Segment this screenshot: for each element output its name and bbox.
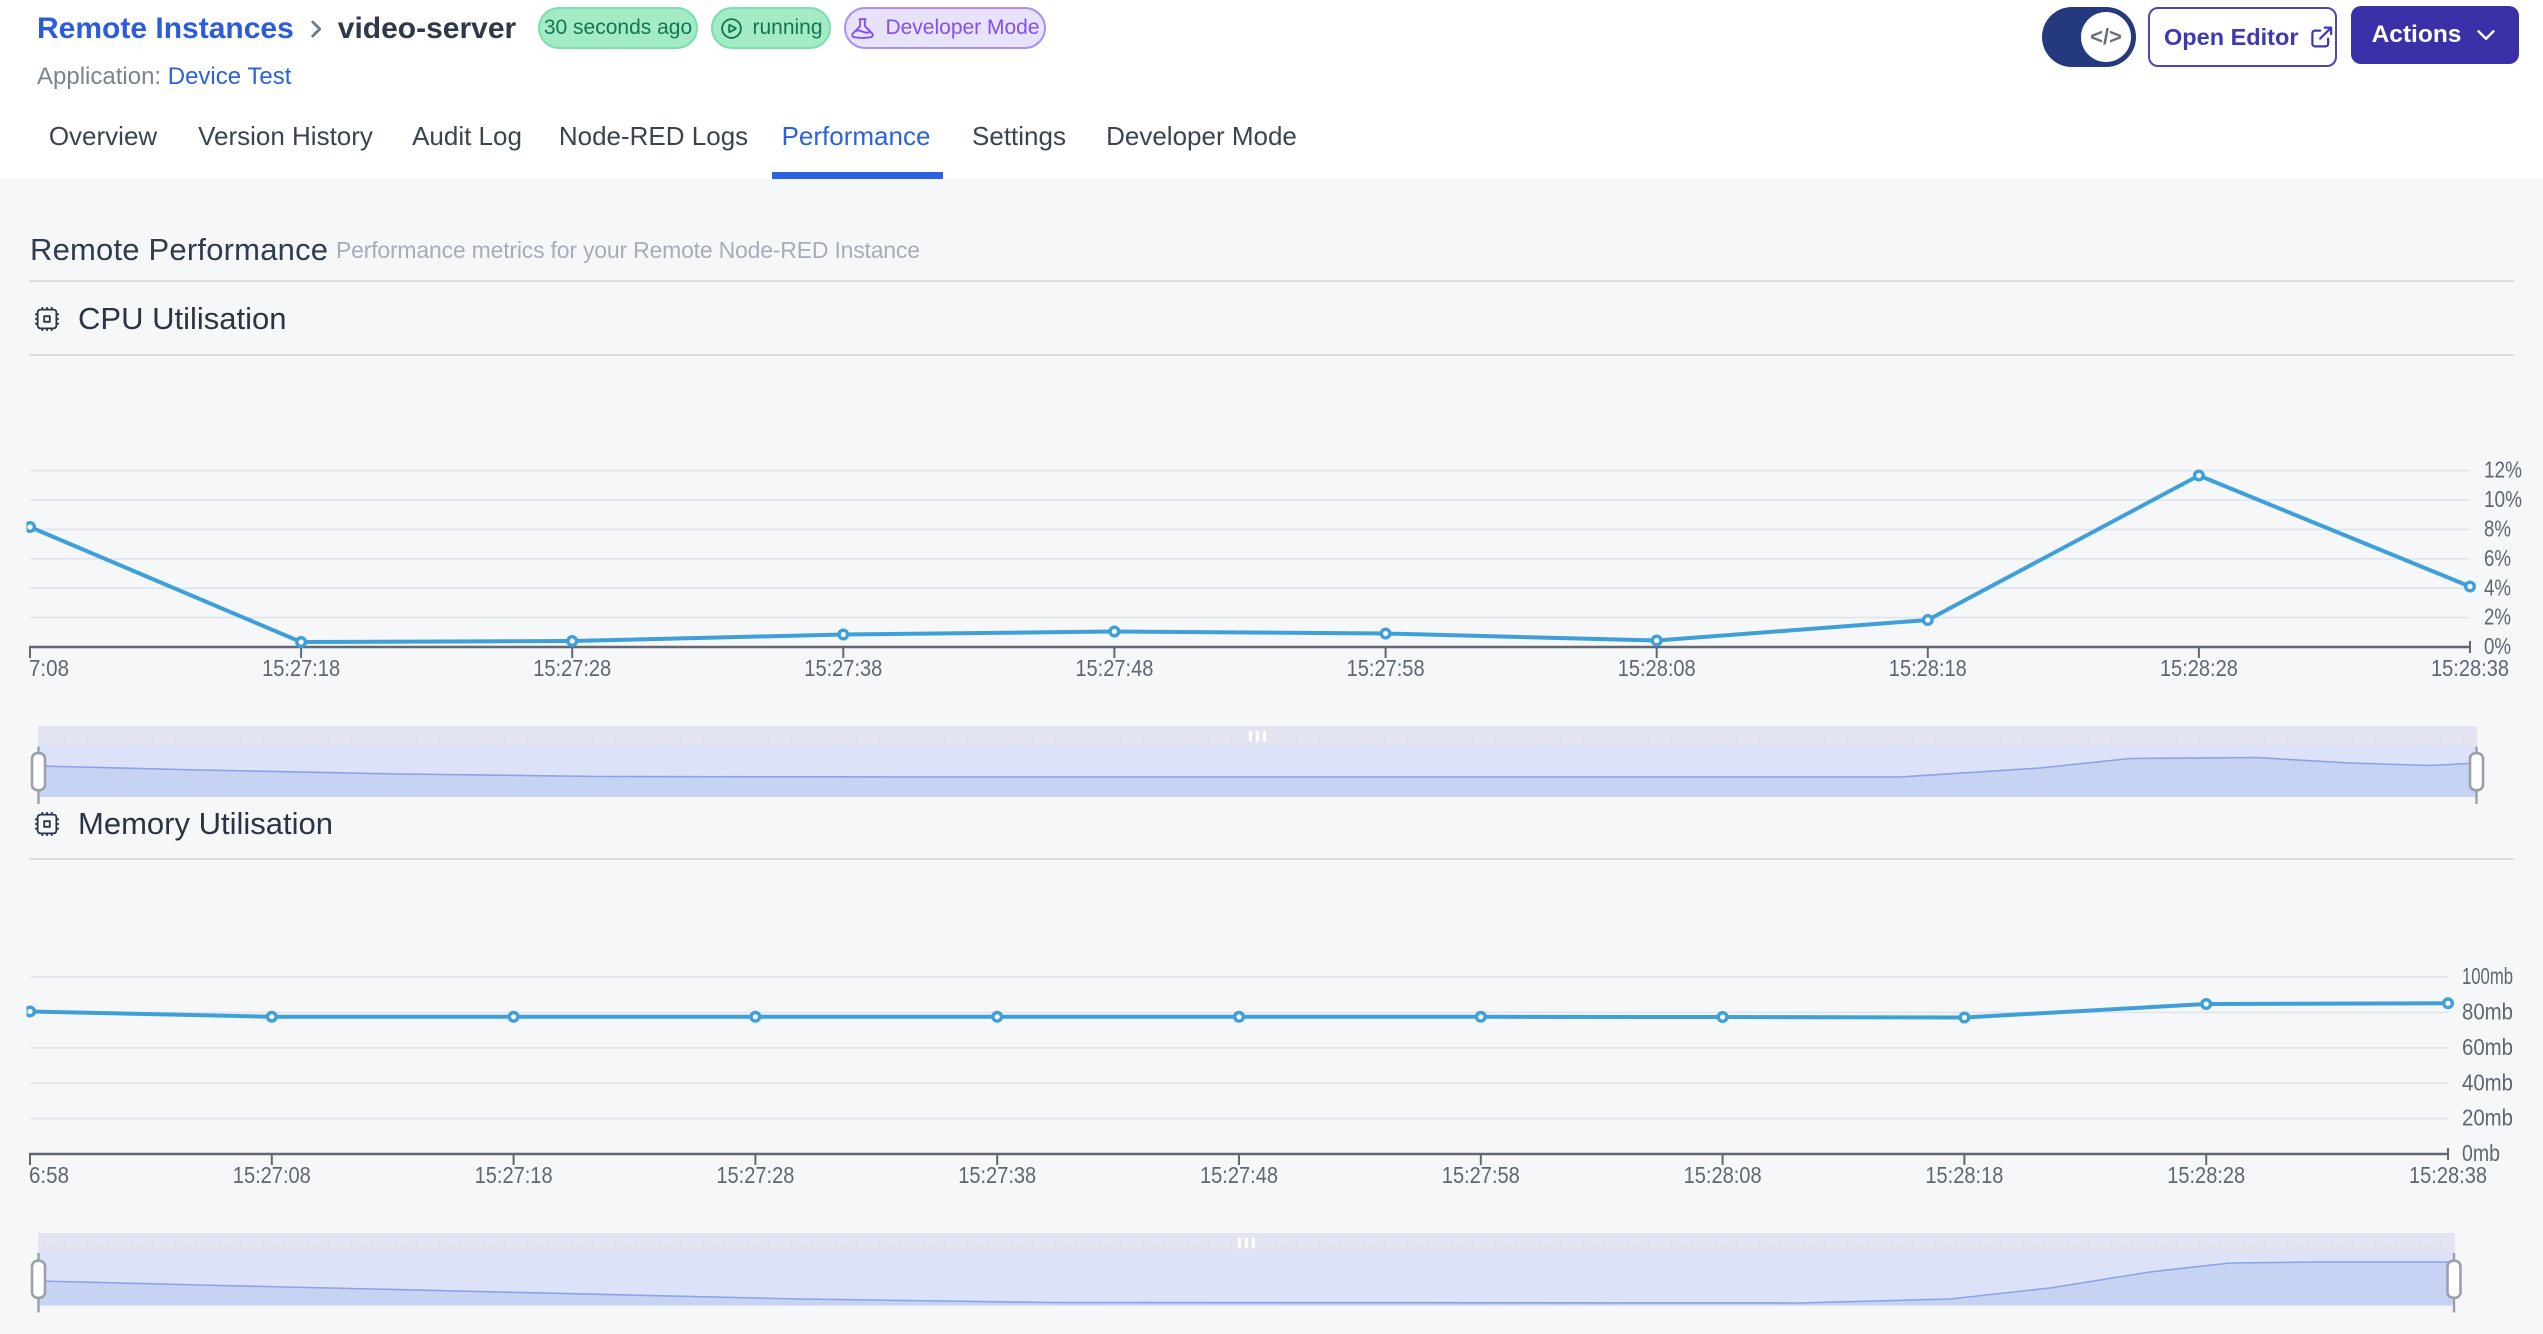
svg-text:15:27:48: 15:27:48 bbox=[1075, 655, 1153, 681]
svg-text:15:28:08: 15:28:08 bbox=[1618, 655, 1696, 681]
svg-text:15:27:48: 15:27:48 bbox=[1200, 1162, 1278, 1188]
svg-text:0%: 0% bbox=[2484, 633, 2511, 659]
svg-text:15:28:28: 15:28:28 bbox=[2160, 655, 2238, 681]
svg-text:20mb: 20mb bbox=[2462, 1105, 2513, 1131]
svg-text:100mb: 100mb bbox=[2462, 963, 2513, 989]
svg-text:60mb: 60mb bbox=[2462, 1034, 2513, 1060]
svg-text:6:58: 6:58 bbox=[29, 1162, 69, 1188]
svg-text:6%: 6% bbox=[2484, 545, 2511, 571]
svg-text:15:28:28: 15:28:28 bbox=[2167, 1162, 2245, 1188]
svg-text:15:27:58: 15:27:58 bbox=[1442, 1162, 1520, 1188]
svg-text:15:27:18: 15:27:18 bbox=[262, 655, 340, 681]
svg-text:15:28:18: 15:28:18 bbox=[1925, 1162, 2003, 1188]
svg-text:15:27:28: 15:27:28 bbox=[533, 655, 611, 681]
svg-text:10%: 10% bbox=[2484, 486, 2522, 512]
svg-text:8%: 8% bbox=[2484, 515, 2511, 541]
svg-text:15:27:58: 15:27:58 bbox=[1347, 655, 1425, 681]
svg-text:15:27:28: 15:27:28 bbox=[716, 1162, 794, 1188]
svg-text:15:27:38: 15:27:38 bbox=[804, 655, 882, 681]
svg-text:40mb: 40mb bbox=[2462, 1069, 2513, 1095]
svg-text:80mb: 80mb bbox=[2462, 998, 2513, 1024]
svg-text:15:27:08: 15:27:08 bbox=[233, 1162, 311, 1188]
svg-text:15:28:08: 15:28:08 bbox=[1684, 1162, 1762, 1188]
svg-text:15:27:38: 15:27:38 bbox=[958, 1162, 1036, 1188]
svg-text:4%: 4% bbox=[2484, 574, 2511, 600]
svg-text:15:27:18: 15:27:18 bbox=[475, 1162, 553, 1188]
svg-text:12%: 12% bbox=[2484, 457, 2522, 483]
svg-text:2%: 2% bbox=[2484, 604, 2511, 630]
svg-text:15:28:18: 15:28:18 bbox=[1889, 655, 1967, 681]
svg-text:7:08: 7:08 bbox=[29, 655, 69, 681]
svg-text:0mb: 0mb bbox=[2462, 1140, 2500, 1166]
